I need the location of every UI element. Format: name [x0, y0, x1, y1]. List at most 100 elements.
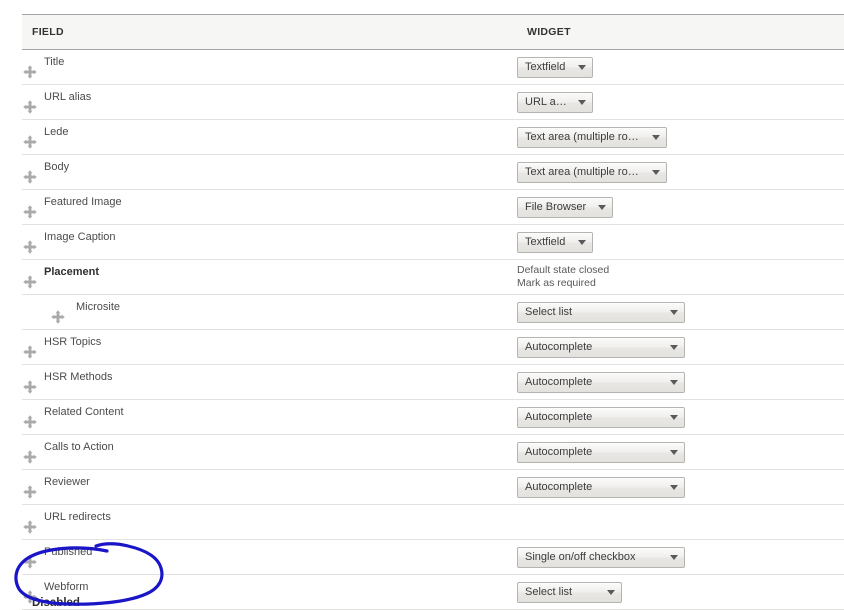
drag-handle-icon[interactable]: [22, 519, 38, 535]
field-cell: Calls to Action: [22, 434, 517, 470]
field-label: URL alias: [44, 91, 92, 103]
widget-select[interactable]: Autocomplete: [517, 441, 685, 463]
table-row: Microsite Select list: [22, 294, 844, 330]
widget-select-value: Textfield: [525, 236, 566, 248]
table-row: Title Textfield: [22, 49, 844, 85]
widget-cell: Single on/off checkbox: [517, 539, 844, 575]
widget-cell: Textfield: [517, 49, 844, 85]
drag-handle-icon[interactable]: [22, 274, 38, 290]
field-label: Calls to Action: [44, 441, 114, 453]
widget-note-line: Default state closed: [517, 264, 610, 276]
drag-handle-icon[interactable]: [22, 484, 38, 500]
chevron-down-icon: [670, 379, 678, 385]
chevron-down-icon: [578, 64, 586, 70]
chevron-down-icon: [607, 589, 615, 595]
drag-handle-icon[interactable]: [50, 309, 66, 325]
widget-cell: Select list: [517, 574, 844, 610]
widget-cell: Select list: [517, 294, 844, 330]
widget-select[interactable]: Text area (multiple rows): [517, 161, 667, 183]
table-header-row: FIELD WIDGET: [22, 14, 844, 50]
field-cell: HSR Topics: [22, 329, 517, 365]
chevron-down-icon: [652, 134, 660, 140]
field-cell: Lede: [22, 119, 517, 155]
widget-select[interactable]: Textfield: [517, 56, 593, 78]
disabled-section-heading: Disabled: [32, 597, 80, 609]
field-label: Placement: [44, 266, 100, 278]
table-row: Image Caption Textfield: [22, 224, 844, 260]
widget-select-value: Autocomplete: [525, 411, 593, 423]
widget-select[interactable]: Autocomplete: [517, 476, 685, 498]
widget-select[interactable]: Text area (multiple rows): [517, 126, 667, 148]
chevron-down-icon: [670, 344, 678, 350]
widget-cell: Autocomplete: [517, 329, 844, 365]
field-label: Reviewer: [44, 476, 90, 488]
widget-select[interactable]: URL alias: [517, 91, 593, 113]
table-body: Title Textfield URL alias URL alias Lede Text…: [22, 49, 844, 610]
drag-handle-icon[interactable]: [22, 554, 38, 570]
field-label: Image Caption: [44, 231, 116, 243]
chevron-down-icon: [598, 204, 606, 210]
widget-cell: URL alias: [517, 84, 844, 120]
drag-handle-icon[interactable]: [22, 99, 38, 115]
chevron-down-icon: [670, 554, 678, 560]
widget-select-value: Text area (multiple rows): [525, 131, 642, 143]
column-header-field: FIELD: [22, 14, 517, 50]
widget-select-value: URL alias: [525, 96, 568, 108]
drag-handle-icon[interactable]: [22, 204, 38, 220]
field-cell: Published: [22, 539, 517, 575]
widget-select-value: Autocomplete: [525, 446, 593, 458]
table-row: Calls to Action Autocomplete: [22, 434, 844, 470]
table-row: Webform Select list: [22, 574, 844, 610]
drag-handle-icon[interactable]: [22, 134, 38, 150]
table-row: URL alias URL alias: [22, 84, 844, 120]
widget-cell: Text area (multiple rows): [517, 154, 844, 190]
widget-cell: Autocomplete: [517, 469, 844, 505]
widget-select-value: Textfield: [525, 61, 566, 73]
drag-handle-icon[interactable]: [22, 169, 38, 185]
table-row: HSR Topics Autocomplete: [22, 329, 844, 365]
widget-cell: Text area (multiple rows): [517, 119, 844, 155]
widget-cell: File Browser: [517, 189, 844, 225]
field-cell: Body: [22, 154, 517, 190]
drag-handle-icon[interactable]: [22, 64, 38, 80]
drag-handle-icon[interactable]: [22, 414, 38, 430]
field-cell: HSR Methods: [22, 364, 517, 400]
field-cell: Related Content: [22, 399, 517, 435]
drag-handle-icon[interactable]: [22, 239, 38, 255]
widget-select[interactable]: Textfield: [517, 231, 593, 253]
field-cell: Image Caption: [22, 224, 517, 260]
widget-cell: Textfield: [517, 224, 844, 260]
drag-handle-icon[interactable]: [22, 449, 38, 465]
widget-cell: Autocomplete: [517, 434, 844, 470]
field-label: Published: [44, 546, 93, 558]
drag-handle-icon[interactable]: [22, 379, 38, 395]
widget-select[interactable]: File Browser: [517, 196, 613, 218]
widget-select[interactable]: Select list: [517, 301, 685, 323]
chevron-down-icon: [670, 414, 678, 420]
manage-form-display-table-wrapper: FIELD WIDGET Title Textfield URL alias URL …: [22, 14, 844, 610]
widget-select[interactable]: Single on/off checkbox: [517, 546, 685, 568]
field-label: Microsite: [76, 301, 121, 313]
widget-select[interactable]: Autocomplete: [517, 336, 685, 358]
field-cell: URL redirects: [22, 504, 517, 540]
widget-select-value: Autocomplete: [525, 376, 593, 388]
field-cell: Webform: [22, 574, 517, 610]
widget-cell: Default state closed Mark as required: [517, 259, 844, 295]
drag-handle-icon[interactable]: [22, 344, 38, 360]
widget-select[interactable]: Select list: [517, 581, 622, 603]
widget-select[interactable]: Autocomplete: [517, 406, 685, 428]
field-label: Lede: [44, 126, 69, 138]
widget-note: Default state closed Mark as required: [517, 261, 844, 293]
field-cell: Reviewer: [22, 469, 517, 505]
widget-select-value: Select list: [525, 306, 573, 318]
field-label: HSR Methods: [44, 371, 113, 383]
field-cell: URL alias: [22, 84, 517, 120]
table-row: Featured Image File Browser: [22, 189, 844, 225]
widget-select-value: Autocomplete: [525, 341, 593, 353]
chevron-down-icon: [670, 449, 678, 455]
widget-note-line: Mark as required: [517, 277, 596, 289]
table-row: Placement Default state closed Mark as req…: [22, 259, 844, 295]
widget-cell: Autocomplete: [517, 399, 844, 435]
widget-select-value: Autocomplete: [525, 481, 593, 493]
widget-select[interactable]: Autocomplete: [517, 371, 685, 393]
